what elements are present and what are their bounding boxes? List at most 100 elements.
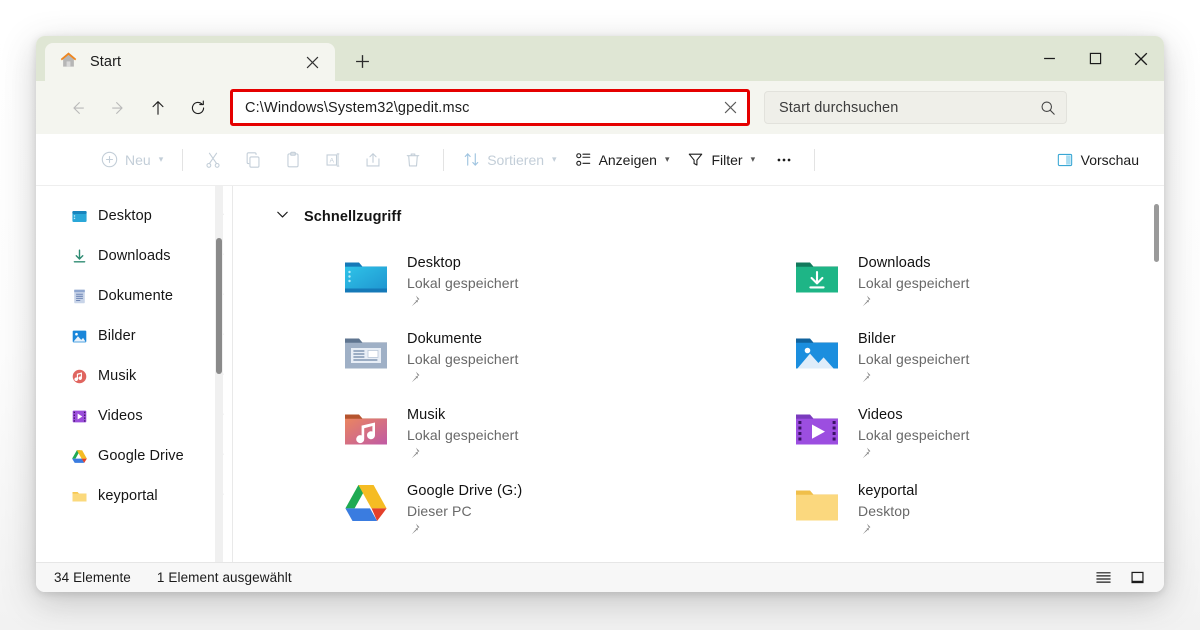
pin-icon[interactable]: [858, 294, 969, 313]
sidebar-item-label: Musik: [98, 368, 200, 384]
paste-icon: [284, 151, 302, 169]
file-item-google-drive[interactable]: Google Drive (G:) Dieser PC: [341, 476, 792, 552]
new-tab-button[interactable]: [345, 44, 379, 78]
file-item-bilder[interactable]: Bilder Lokal gespeichert: [792, 324, 1164, 400]
sidebar-item-label: Downloads: [98, 248, 200, 264]
search-icon[interactable]: [1030, 100, 1066, 116]
filter-button[interactable]: Filter ▾: [678, 143, 764, 176]
sidebar-item-google-drive[interactable]: Google Drive: [36, 436, 232, 476]
pin-icon[interactable]: [858, 522, 918, 541]
documents-folder-icon: [341, 328, 391, 376]
rename-button[interactable]: A: [313, 143, 353, 176]
sort-icon: [463, 151, 480, 168]
content-scrollbar-thumb[interactable]: [1154, 204, 1159, 262]
new-button[interactable]: Neu ▾: [92, 143, 172, 176]
tile-view-icon[interactable]: [1124, 567, 1150, 589]
desktop-folder-icon: [70, 207, 88, 225]
selection-label: 1 Element ausgewählt: [157, 570, 292, 585]
pin-icon[interactable]: [407, 446, 518, 465]
pin-icon[interactable]: [407, 370, 518, 389]
file-item-subtitle: Lokal gespeichert: [407, 351, 518, 367]
music-folder-icon: [341, 404, 391, 452]
view-icon: [575, 151, 592, 168]
chevron-down-icon: ▾: [665, 154, 670, 165]
new-button-label: Neu: [125, 152, 151, 168]
group-header-quick-access[interactable]: Schnellzugriff: [233, 204, 1164, 230]
address-value[interactable]: C:\Windows\System32\gpedit.msc: [233, 100, 713, 116]
paste-button[interactable]: [273, 143, 313, 176]
pin-icon[interactable]: [407, 294, 518, 313]
file-item-videos[interactable]: Videos Lokal gespeichert: [792, 400, 1164, 476]
file-item-subtitle: Dieser PC: [407, 503, 472, 519]
sidebar-item-desktop[interactable]: Desktop: [36, 196, 232, 236]
file-item-text: Videos Lokal gespeichert: [858, 404, 969, 465]
tab-start[interactable]: Start: [45, 43, 335, 81]
search-input[interactable]: Start durchsuchen: [765, 100, 1030, 116]
sidebar-item-bilder[interactable]: Bilder: [36, 316, 232, 356]
delete-button[interactable]: [393, 143, 433, 176]
preview-button[interactable]: Vorschau: [1047, 143, 1148, 176]
toolbar-divider: [443, 149, 444, 171]
clear-icon[interactable]: [713, 92, 747, 123]
file-item-desktop[interactable]: Desktop Lokal gespeichert: [341, 248, 792, 324]
close-icon[interactable]: [299, 49, 325, 75]
sidebar-scrollbar-thumb[interactable]: [216, 238, 222, 374]
file-item-subtitle: Desktop: [858, 503, 910, 519]
view-button[interactable]: Anzeigen ▾: [566, 143, 679, 176]
file-item-musik[interactable]: Musik Lokal gespeichert: [341, 400, 792, 476]
yellow-folder-icon: [70, 487, 88, 505]
copy-button[interactable]: [233, 143, 273, 176]
file-item-dokumente[interactable]: Dokumente Lokal gespeichert: [341, 324, 792, 400]
toolbar-divider: [182, 149, 183, 171]
quick-access-grid: Desktop Lokal gespeichert: [233, 248, 1164, 552]
file-explorer-window: Start: [36, 36, 1164, 592]
chevron-down-icon: ▾: [552, 154, 557, 165]
file-item-subtitle: Lokal gespeichert: [858, 275, 969, 291]
share-button[interactable]: [353, 143, 393, 176]
sort-button[interactable]: Sortieren ▾: [454, 143, 565, 176]
cut-button[interactable]: [193, 143, 233, 176]
downloads-folder-icon: [792, 252, 842, 300]
list-view-icon[interactable]: [1090, 567, 1116, 589]
forward-arrow-icon[interactable]: [98, 91, 138, 125]
close-button[interactable]: [1118, 36, 1164, 81]
refresh-icon[interactable]: [178, 91, 218, 125]
file-item-downloads[interactable]: Downloads Lokal gespeichert: [792, 248, 1164, 324]
more-options-button[interactable]: [764, 143, 804, 176]
maximize-button[interactable]: [1072, 36, 1118, 81]
pin-icon[interactable]: [407, 522, 522, 541]
sidebar-item-label: Desktop: [98, 208, 200, 224]
address-bar[interactable]: C:\Windows\System32\gpedit.msc: [230, 89, 750, 126]
file-item-name: Videos: [858, 407, 903, 423]
sidebar-item-keyportal[interactable]: keyportal: [36, 476, 232, 516]
file-item-text: Downloads Lokal gespeichert: [858, 252, 969, 313]
chevron-down-icon: ▾: [751, 154, 756, 165]
file-item-subtitle: Lokal gespeichert: [407, 427, 518, 443]
file-item-name: Downloads: [858, 255, 931, 271]
copy-icon: [244, 151, 262, 169]
sidebar-item-downloads[interactable]: Downloads: [36, 236, 232, 276]
file-item-text: keyportal Desktop: [858, 480, 918, 541]
file-item-text: Musik Lokal gespeichert: [407, 404, 518, 465]
sidebar-item-label: Videos: [98, 408, 200, 424]
back-arrow-icon[interactable]: [58, 91, 98, 125]
file-item-subtitle: Lokal gespeichert: [407, 275, 518, 291]
rename-icon: A: [324, 151, 342, 169]
chevron-down-icon: ▾: [159, 154, 164, 165]
sidebar-item-dokumente[interactable]: Dokumente: [36, 276, 232, 316]
search-box[interactable]: Start durchsuchen: [764, 91, 1067, 124]
pin-icon[interactable]: [858, 446, 969, 465]
pictures-icon: [70, 327, 88, 345]
minimize-button[interactable]: [1026, 36, 1072, 81]
file-item-keyportal[interactable]: keyportal Desktop: [792, 476, 1164, 552]
chevron-down-icon[interactable]: [275, 207, 290, 227]
preview-pane-icon: [1056, 151, 1074, 169]
explorer-body: Desktop Downloads Dokumente: [36, 186, 1164, 562]
svg-text:A: A: [330, 157, 335, 164]
sidebar-item-musik[interactable]: Musik: [36, 356, 232, 396]
music-icon: [70, 367, 88, 385]
sort-button-label: Sortieren: [487, 152, 544, 168]
pin-icon[interactable]: [858, 370, 969, 389]
sidebar-item-videos[interactable]: Videos: [36, 396, 232, 436]
up-arrow-icon[interactable]: [138, 91, 178, 125]
